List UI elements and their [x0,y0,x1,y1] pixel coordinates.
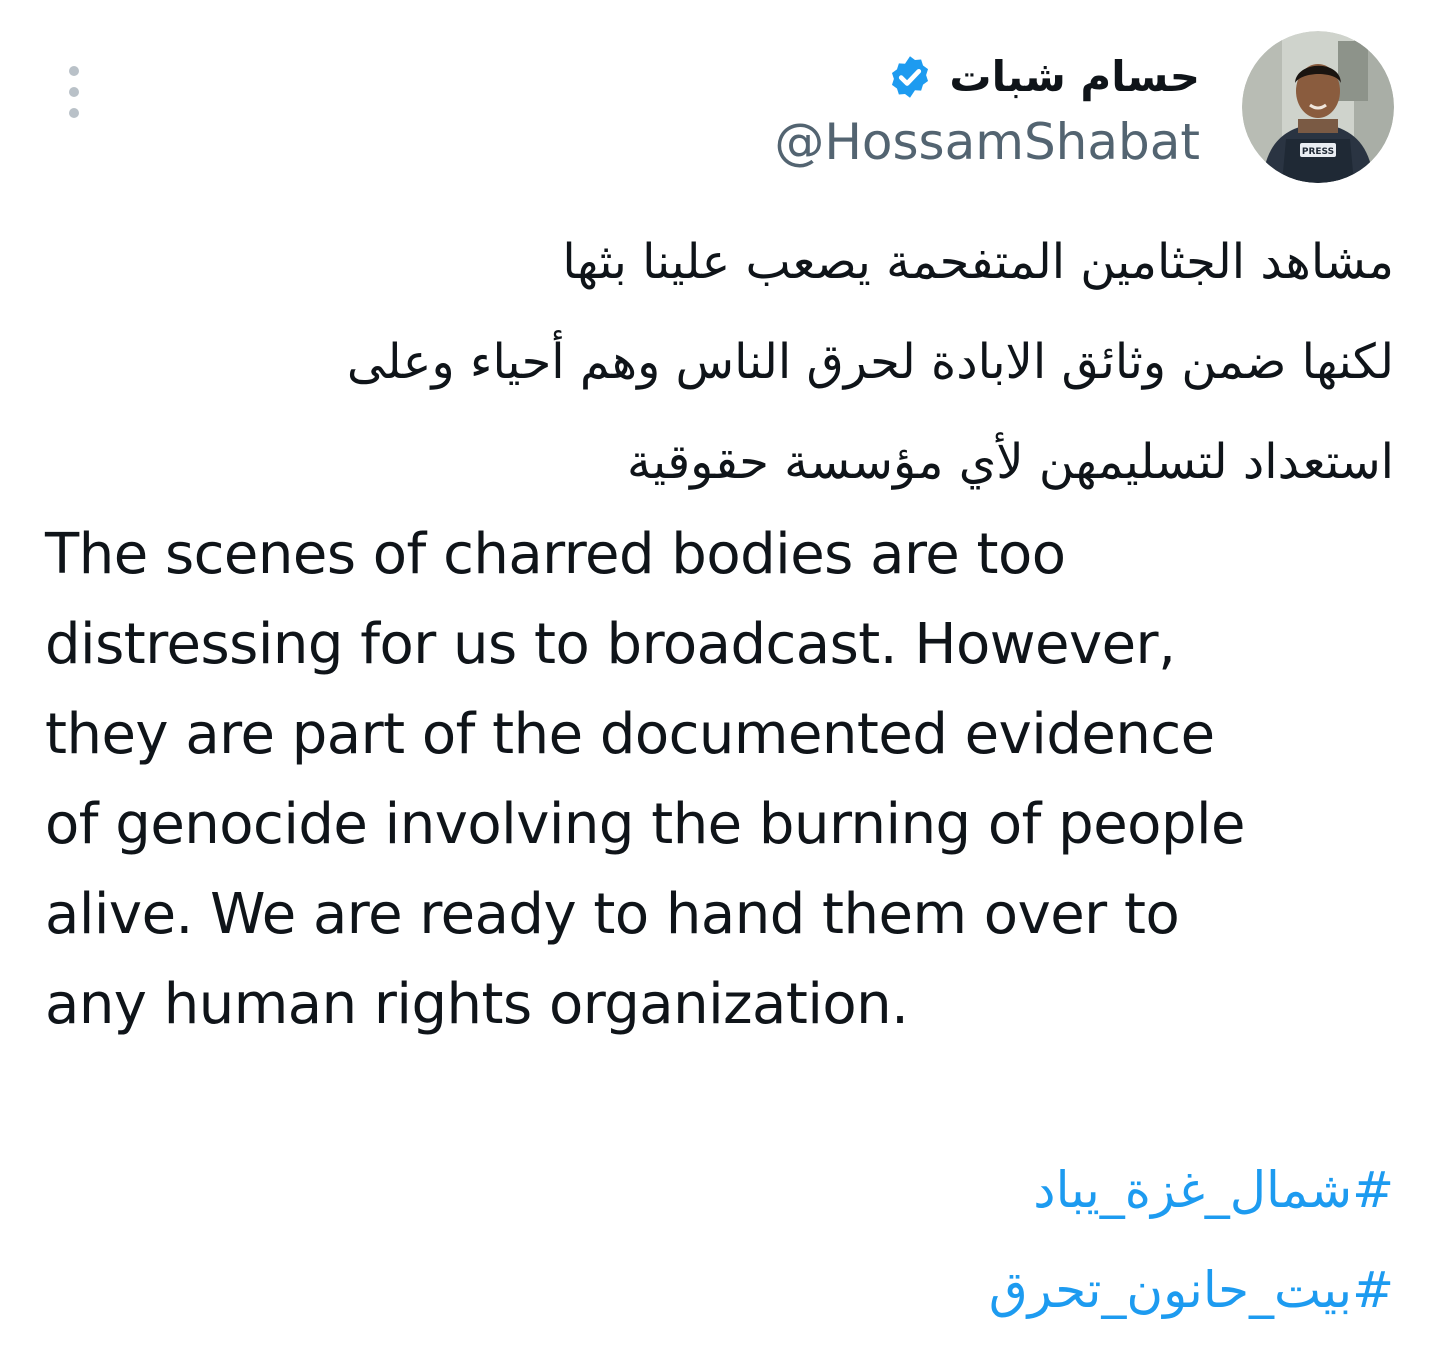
more-vertical-icon [69,66,79,76]
arabic-line: استعداد لتسليمهن لأي مؤسسة حقوقية [627,434,1394,490]
verified-badge-icon [892,56,929,98]
hashtag-link[interactable]: #شمال_غزة_يباد [989,1140,1394,1240]
english-line: distressing for us to broadcast. However… [45,612,1176,677]
english-line: they are part of the documented evidence [45,702,1215,767]
author-display-name[interactable]: حسام شبات [949,56,1200,98]
english-line: any human rights organization. [45,972,909,1037]
hashtag-link[interactable]: #بيت_حانون_تحرق [989,1240,1394,1340]
avatar-press-label: PRESS [1302,147,1334,157]
arabic-line: مشاهد الجثامين المتفحمة يصعب علينا بثها [562,234,1394,290]
tweet-header: حسام شبات @HossamShabat PRESS [774,28,1394,186]
avatar[interactable]: PRESS [1242,31,1394,183]
more-options-button[interactable] [58,66,90,118]
arabic-line: لكنها ضمن وثائق الابادة لحرق الناس وهم أ… [346,334,1394,390]
english-line: The scenes of charred bodies are too [45,522,1066,587]
hashtag-list: #شمال_غزة_يباد #بيت_حانون_تحرق [989,1140,1394,1340]
author-identity: حسام شبات @HossamShabat [774,42,1200,172]
tweet-text-arabic: مشاهد الجثامين المتفحمة يصعب علينا بثها … [54,212,1394,512]
author-name-row: حسام شبات [887,42,1200,112]
author-handle[interactable]: @HossamShabat [774,114,1200,172]
english-line: alive. We are ready to hand them over to [45,882,1180,947]
english-line: of genocide involving the burning of peo… [45,792,1246,857]
tweet-text-english: The scenes of charred bodies are too dis… [45,510,1405,1050]
